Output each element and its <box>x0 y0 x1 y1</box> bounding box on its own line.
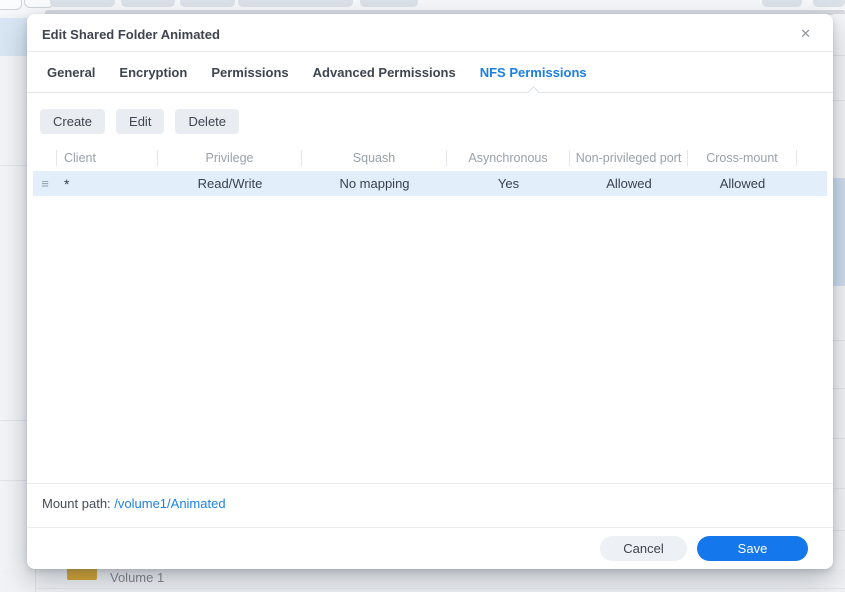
background-row-divider <box>833 488 845 489</box>
edit-shared-folder-dialog: Edit Shared Folder Animated ✕ General En… <box>27 14 833 569</box>
cell-cross-mount: Allowed <box>719 176 766 191</box>
background-toolbar-button <box>762 0 802 7</box>
tab-general[interactable]: General <box>47 52 95 92</box>
mount-path-link[interactable]: /volume1/Animated <box>114 496 225 511</box>
header-client[interactable]: Client <box>57 150 158 166</box>
dialog-tabs: General Encryption Permissions Advanced … <box>27 52 833 93</box>
cell-client: * <box>64 175 70 192</box>
background-row-divider <box>0 165 27 166</box>
header-filler <box>797 150 827 166</box>
background-row-divider <box>0 480 27 481</box>
background-toolbar-button <box>813 0 845 7</box>
edit-button[interactable]: Edit <box>116 109 165 134</box>
close-icon[interactable]: ✕ <box>800 26 811 42</box>
background-toolbar-button <box>50 0 115 7</box>
background-selected-row <box>833 178 845 286</box>
cell-asynchronous: Yes <box>497 176 520 191</box>
mount-path: Mount path: /volume1/Animated <box>42 496 226 511</box>
header-asynchronous[interactable]: Asynchronous <box>447 150 570 166</box>
dialog-title: Edit Shared Folder Animated <box>42 27 220 42</box>
background-selected-row <box>0 18 27 56</box>
cell-privilege: Read/Write <box>197 176 263 191</box>
tab-advanced-permissions[interactable]: Advanced Permissions <box>313 52 456 92</box>
background-row-divider <box>833 340 845 341</box>
background-row-divider <box>833 530 845 531</box>
nfs-toolbar: Create Edit Delete <box>40 109 833 134</box>
background-window-corner <box>0 0 22 10</box>
cancel-button[interactable]: Cancel <box>600 536 687 561</box>
background-row-divider <box>833 100 845 101</box>
background-list-right-edge <box>833 14 845 592</box>
background-toolbar-button <box>180 0 235 7</box>
mount-path-label: Mount path: <box>42 496 115 511</box>
dialog-header: Edit Shared Folder Animated ✕ <box>27 14 833 52</box>
table-row[interactable]: ≡ * Read/Write No mapping Yes Allowed Al… <box>33 171 827 196</box>
delete-button[interactable]: Delete <box>175 109 240 134</box>
background-volume-label: Volume 1 <box>110 570 165 585</box>
nfs-rules-table: Client Privilege Squash Asynchronous Non… <box>33 146 827 196</box>
background-row-divider <box>833 388 845 389</box>
background-row-divider <box>0 420 27 421</box>
save-button[interactable]: Save <box>697 536 808 561</box>
background-toolbar-button <box>238 0 353 7</box>
tab-nfs-permissions[interactable]: NFS Permissions <box>480 52 587 92</box>
table-header-row: Client Privilege Squash Asynchronous Non… <box>33 146 827 170</box>
header-squash[interactable]: Squash <box>302 150 447 166</box>
cell-non-privileged-port: Allowed <box>606 176 652 191</box>
header-privilege[interactable]: Privilege <box>158 150 302 166</box>
create-button[interactable]: Create <box>40 109 106 134</box>
tab-permissions[interactable]: Permissions <box>211 52 288 92</box>
tab-encryption[interactable]: Encryption <box>119 52 187 92</box>
cell-squash: No mapping <box>339 176 410 191</box>
drag-handle-icon[interactable]: ≡ <box>33 176 57 191</box>
mount-path-divider <box>27 483 833 484</box>
background-toolbar-button <box>121 0 175 7</box>
header-non-privileged-port[interactable]: Non-privileged port <box>570 150 688 166</box>
background-list-left-edge <box>0 14 27 592</box>
background-row-divider <box>833 438 845 439</box>
background-row-divider <box>833 55 845 56</box>
header-handle-column <box>33 150 57 166</box>
header-cross-mount[interactable]: Cross-mount <box>688 150 797 166</box>
background-toolbar-button <box>360 0 418 7</box>
background-row-divider <box>35 588 845 589</box>
dialog-footer: Cancel Save <box>27 528 833 569</box>
